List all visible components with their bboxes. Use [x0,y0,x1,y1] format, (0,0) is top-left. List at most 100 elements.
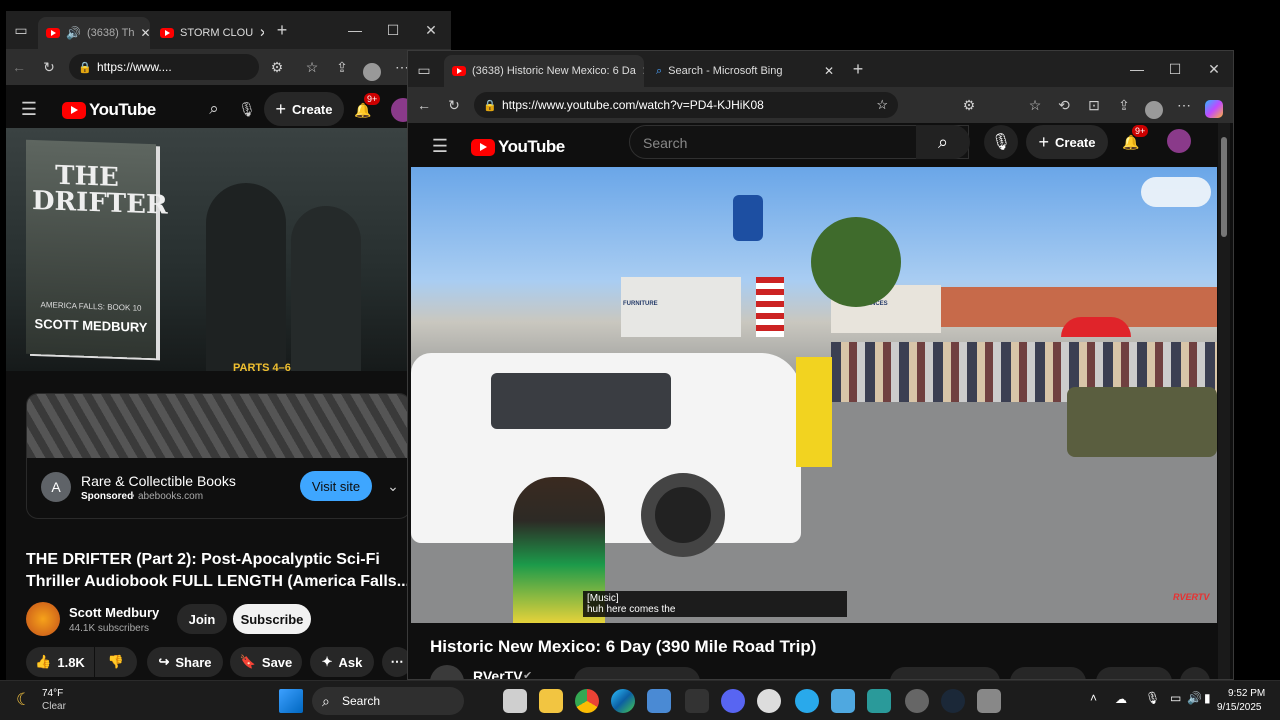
save-button[interactable]: 🔖 Save [230,647,302,677]
search-input[interactable]: Search [643,135,687,151]
chrome-icon[interactable] [575,689,599,713]
battery-icon[interactable]: ▮ [1204,691,1211,705]
visit-site-button[interactable]: Visit site [300,471,372,501]
microphone-tray-icon[interactable]: 🎙 [1145,691,1160,705]
terminal-icon[interactable] [867,689,891,713]
close-tab-icon[interactable]: ✕ [642,64,644,78]
speaker-icon[interactable]: 🔊 [66,26,81,40]
maximize-icon[interactable]: ☐ [1164,58,1186,80]
weather-temp[interactable]: 74°F [42,688,63,699]
more-menu-icon[interactable]: ⋯ [1173,94,1195,116]
chevron-up-icon[interactable]: ˄ [1090,691,1097,705]
history-icon[interactable]: ⟲ [1053,94,1075,116]
close-tab-icon[interactable]: ✕ [824,64,834,78]
left-tab-2[interactable]: STORM CLOU ✕ [152,17,264,49]
tab-actions-icon[interactable]: ▭ [413,59,435,81]
video-player[interactable]: FURNITURE APPLIANCES [Music] huh here co… [411,167,1217,623]
create-button[interactable]: + Create [1026,125,1108,159]
right-save-button[interactable] [1096,667,1172,679]
minimize-icon[interactable]: — [1126,58,1148,80]
search-button[interactable]: ⌕ [916,125,970,159]
minimize-icon[interactable]: — [344,19,366,41]
clock-time[interactable]: 9:52 PM [1228,688,1265,699]
channel-name[interactable]: Scott Medbury [69,605,159,620]
new-tab-icon[interactable]: + [271,19,293,41]
left-address-bar[interactable]: 🔒 https://www.... [69,54,259,80]
chevron-down-icon[interactable]: ⌄ [382,475,404,497]
right-subscribe-button[interactable] [574,667,700,679]
rvertv-channel-avatar[interactable] [430,665,464,679]
refresh-icon[interactable]: ↻ [38,56,60,78]
right-share-button[interactable] [1010,667,1086,679]
right-address-bar[interactable]: 🔒 https://www.youtube.com/watch?v=PD4-KJ… [474,92,898,118]
clock-date[interactable]: 9/15/2025 [1217,702,1262,713]
steam-icon[interactable] [941,689,965,713]
right-tab-2[interactable]: ⌕ Search - Microsoft Bing ✕ [648,55,842,87]
favorites-icon[interactable]: ☆ [1024,94,1046,116]
subscribe-button[interactable]: Subscribe [233,604,311,634]
share-button[interactable]: ↪ Share [147,647,223,677]
camera-app-icon[interactable] [977,689,1001,713]
close-window-icon[interactable]: ✕ [1203,58,1225,80]
volume-icon[interactable]: 🔊 [1187,691,1202,705]
vpn-app-icon[interactable] [757,689,781,713]
file-explorer-icon[interactable] [539,689,563,713]
right-tab-1-label: (3638) Historic New Mexico: 6 Da [472,65,636,77]
hamburger-menu-icon[interactable]: ☰ [429,135,451,157]
right-more-button[interactable] [1180,667,1210,679]
edge-icon[interactable] [611,689,635,713]
discord-icon[interactable] [721,689,745,713]
notepad-icon[interactable] [831,689,855,713]
extensions-icon[interactable]: ⚙ [958,94,980,116]
close-tab-icon[interactable]: ✕ [259,26,264,40]
screenshot-icon[interactable]: ⊡ [1083,94,1105,116]
weather-moon-icon[interactable]: ☾ [16,690,31,710]
youtube-logo[interactable]: YouTube [62,100,156,120]
close-tab-icon[interactable]: ✕ [140,26,150,40]
hamburger-menu-icon[interactable]: ☰ [18,98,40,120]
refresh-icon[interactable]: ↻ [443,94,465,116]
youtube-logo[interactable]: YouTube [471,137,565,157]
scrollbar[interactable] [1218,123,1230,679]
rvertv-channel-name[interactable]: RVerTV [473,668,523,679]
extensions-icon[interactable]: ⚙ [266,56,288,78]
voice-search-button[interactable]: 🎙 [984,125,1018,159]
telegram-icon[interactable] [795,689,819,713]
maximize-icon[interactable]: ☐ [382,19,404,41]
profile-avatar[interactable] [1145,101,1163,119]
network-icon[interactable]: ▭ [1170,691,1181,705]
profile-avatar[interactable] [363,63,381,81]
onedrive-icon[interactable]: ☁ [1115,692,1127,706]
favorites-icon[interactable]: ☆ [301,56,323,78]
like-button[interactable]: 👍 1.8K [26,647,94,677]
favorite-star-icon[interactable]: ☆ [876,97,888,113]
scrollbar-thumb[interactable] [1221,137,1227,237]
task-view-icon[interactable] [503,689,527,713]
app-icon-plaid[interactable] [685,689,709,713]
copilot-icon[interactable] [1205,100,1223,118]
create-button[interactable]: + Create [264,92,344,126]
settings-gear-icon[interactable] [905,689,929,713]
user-avatar[interactable] [1167,129,1191,153]
share-icon[interactable]: ⇪ [1113,94,1135,116]
dislike-button[interactable]: 👎 [95,647,137,677]
share-icon[interactable]: ⇪ [331,56,353,78]
ask-button[interactable]: ✦ Ask [310,647,374,677]
start-button-icon[interactable] [279,689,303,713]
taskbar-search[interactable]: ⌕ Search [312,687,464,715]
back-icon[interactable]: ← [413,94,435,116]
microphone-icon[interactable]: 🎙 [236,98,258,120]
right-tab-1[interactable]: (3638) Historic New Mexico: 6 Da ✕ [444,55,644,87]
audiobook-thumbnail[interactable]: THE DRIFTER AMERICA FALLS: BOOK 10 SCOTT… [6,128,416,371]
close-window-icon[interactable]: ✕ [420,19,442,41]
back-icon[interactable]: ← [8,56,30,78]
search-icon[interactable]: ⌕ [203,98,225,120]
photos-icon[interactable] [647,689,671,713]
right-like-button[interactable] [890,667,1000,679]
sponsored-ad-card[interactable]: A Rare & Collectible Books Sponsored • a… [26,393,411,519]
new-tab-icon[interactable]: + [847,58,869,80]
join-button[interactable]: Join [177,604,227,634]
left-tab-1[interactable]: 🔊 (3638) Th ✕ [38,17,150,49]
channel-avatar[interactable] [26,602,60,636]
tab-actions-icon[interactable]: ▭ [10,19,32,41]
